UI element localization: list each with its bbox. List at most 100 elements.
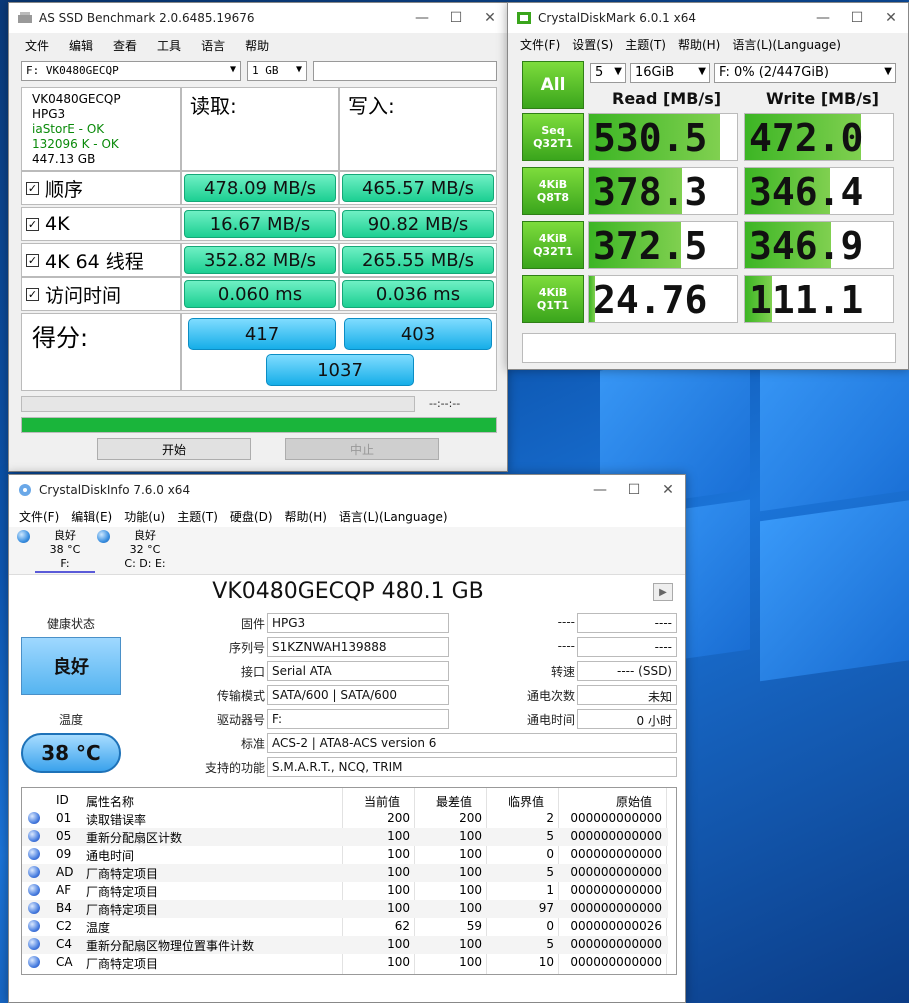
smart-current: 62 (394, 919, 410, 933)
rotation-field: ---- (SSD) (577, 661, 677, 681)
table-row[interactable]: CA 厂商特定项目 100 100 10 000000000000 (22, 954, 668, 972)
col-current: 当前值 (364, 795, 401, 809)
close-icon[interactable]: ✕ (874, 3, 908, 33)
table-row[interactable]: 01 读取错误率 200 200 2 000000000000 (22, 810, 668, 828)
disk-status: 良好 (54, 529, 76, 542)
menu-theme[interactable]: 主题(T) (619, 36, 672, 53)
table-row[interactable]: AD 厂商特定项目 100 100 5 000000000000 (22, 864, 668, 882)
4k-read-cell: 16.67 MB/s (181, 207, 339, 241)
smart-worst: 100 (459, 955, 482, 969)
menu-edit[interactable]: 编辑(E) (65, 508, 118, 525)
status-ball-icon (28, 902, 40, 914)
menu-help[interactable]: 帮助 (235, 37, 279, 54)
smart-threshold: 1 (546, 883, 554, 897)
table-row[interactable]: AF 厂商特定项目 100 100 1 000000000000 (22, 882, 668, 900)
smart-current: 100 (387, 901, 410, 915)
smart-current: 200 (387, 811, 410, 825)
smart-name: 通电时间 (86, 849, 135, 863)
close-icon[interactable]: ✕ (651, 475, 685, 505)
start-button[interactable]: 开始 (97, 438, 251, 460)
menu-help[interactable]: 帮助(H) (672, 36, 726, 53)
menu-tools[interactable]: 工具 (147, 37, 191, 54)
checkbox-checked-icon[interactable]: ✓ (26, 181, 39, 195)
as-ssd-app-icon (17, 11, 33, 25)
menu-language[interactable]: 语言(L)(Language) (333, 508, 454, 525)
table-row[interactable]: 05 重新分配扇区计数 100 100 5 000000000000 (22, 828, 668, 846)
smart-threshold: 0 (546, 847, 554, 861)
smart-raw: 000000000000 (570, 847, 662, 861)
test-4k64-row[interactable]: ✓ 4K 64 线程 (21, 243, 181, 277)
menu-file[interactable]: 文件(F) (13, 508, 65, 525)
menu-file[interactable]: 文件(F) (514, 36, 566, 53)
menu-theme[interactable]: 主题(T) (171, 508, 224, 525)
disk-tab-f[interactable]: 良好 38 °C F: (17, 529, 95, 573)
firmware-label: 固件 (240, 617, 265, 631)
smart-threshold: 5 (546, 937, 554, 951)
smart-current: 100 (387, 829, 410, 843)
q32t1-read-result: 372.5 (588, 221, 738, 269)
minimize-icon[interactable]: — (583, 475, 617, 505)
4kib-q8t8-button[interactable]: 4KiB Q8T8 (522, 167, 584, 215)
test-line1: 4KiB (538, 232, 568, 245)
menu-settings[interactable]: 设置(S) (566, 36, 619, 53)
test-4k-row[interactable]: ✓ 4K (21, 207, 181, 241)
drive-select[interactable]: F: VK0480GECQP ▼ (21, 61, 241, 81)
table-row[interactable]: C2 温度 62 59 0 000000000026 (22, 918, 668, 936)
drive-model: VK0480GECQP (32, 92, 121, 106)
4kib-q32t1-button[interactable]: 4KiB Q32T1 (522, 221, 584, 269)
seq-read-cell: 478.09 MB/s (181, 171, 339, 205)
maximize-icon[interactable]: ☐ (439, 3, 473, 33)
smart-current: 100 (387, 883, 410, 897)
menu-disk[interactable]: 硬盘(D) (224, 508, 279, 525)
table-row[interactable]: B4 厂商特定项目 100 100 97 000000000000 (22, 900, 668, 918)
maximize-icon[interactable]: ☐ (840, 3, 874, 33)
comment-input[interactable] (522, 333, 896, 363)
4kib-q1t1-button[interactable]: 4KiB Q1T1 (522, 275, 584, 323)
features-label: 支持的功能 (204, 761, 265, 775)
cdi-titlebar: CrystalDiskInfo 7.6.0 x64 — ☐ ✕ (9, 475, 685, 505)
minimize-icon[interactable]: — (405, 3, 439, 33)
menu-help[interactable]: 帮助(H) (279, 508, 333, 525)
score-label: 得分: (21, 313, 181, 391)
power-hours-field: 0 小时 (577, 709, 677, 729)
next-disk-icon[interactable]: ▶ (653, 583, 673, 601)
drive-title: VK0480GECQP 480.1 GB (212, 579, 484, 604)
checkbox-checked-icon[interactable]: ✓ (26, 253, 39, 267)
checkbox-checked-icon[interactable]: ✓ (26, 217, 39, 231)
menu-edit[interactable]: 编辑 (59, 37, 103, 54)
stop-button[interactable]: 中止 (285, 438, 439, 460)
4k-write-cell: 90.82 MB/s (339, 207, 497, 241)
size-select[interactable]: 1 GB ▼ (247, 61, 307, 81)
smart-id: 05 (56, 829, 72, 843)
minimize-icon[interactable]: — (806, 3, 840, 33)
menu-language[interactable]: 语言 (191, 37, 235, 54)
smart-threshold: 10 (538, 955, 554, 969)
drive-select[interactable]: F: 0% (2/447GiB) ▼ (714, 63, 896, 83)
count-select[interactable]: 5 ▼ (590, 63, 626, 83)
menu-language[interactable]: 语言(L)(Language) (726, 36, 847, 53)
menu-view[interactable]: 查看 (103, 37, 147, 54)
menu-file[interactable]: 文件 (15, 37, 59, 54)
checkbox-checked-icon[interactable]: ✓ (26, 287, 39, 301)
disk-tab-cde[interactable]: 良好 32 °C C: D: E: (97, 529, 175, 571)
driver-status: iaStorE - OK (32, 122, 105, 136)
table-row[interactable]: C4 重新分配扇区物理位置事件计数 100 100 5 000000000000 (22, 936, 668, 954)
smart-name: 厂商特定项目 (86, 885, 159, 899)
status-ball-icon (28, 866, 40, 878)
comment-input[interactable] (313, 61, 497, 81)
seq-q32t1-button[interactable]: Seq Q32T1 (522, 113, 584, 161)
test-seq-row[interactable]: ✓ 顺序 (21, 171, 181, 205)
health-good-icon (97, 530, 110, 543)
all-button[interactable]: All (522, 61, 584, 109)
test-label: 4K (45, 213, 70, 235)
menu-function[interactable]: 功能(u) (118, 508, 171, 525)
status-ball-icon (28, 812, 40, 824)
cdi-app-icon (17, 483, 33, 497)
maximize-icon[interactable]: ☐ (617, 475, 651, 505)
table-row[interactable]: 09 通电时间 100 100 0 000000000000 (22, 846, 668, 864)
close-icon[interactable]: ✕ (473, 3, 507, 33)
size-select[interactable]: 16GiB ▼ (630, 63, 710, 83)
result-value: 265.55 MB/s (342, 246, 494, 274)
health-status-button[interactable]: 良好 (21, 637, 121, 695)
test-access-time-row[interactable]: ✓ 访问时间 (21, 277, 181, 311)
